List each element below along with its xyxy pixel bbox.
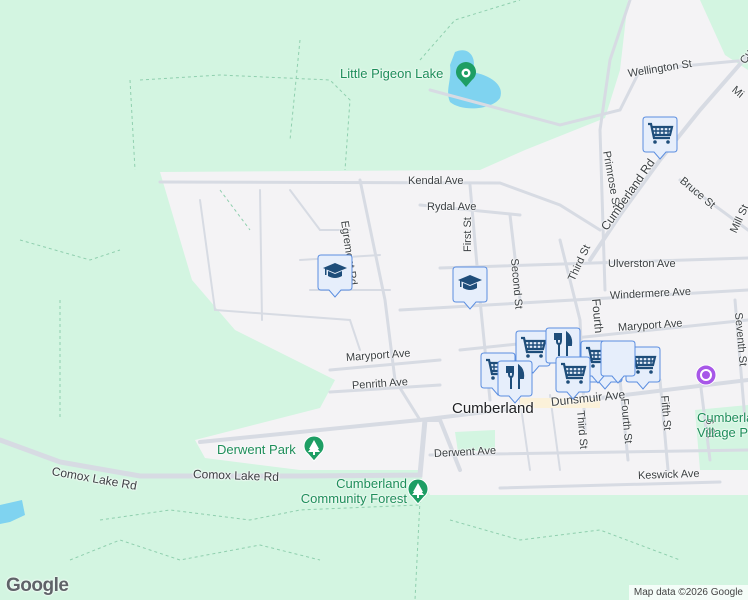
street-label: Keswick Ave: [637, 467, 700, 482]
restaurant-pin-icon[interactable]: [497, 360, 533, 404]
park-pin-icon[interactable]: [455, 62, 477, 88]
museum-pin-icon[interactable]: [695, 364, 717, 390]
google-logo: Google: [6, 575, 69, 596]
park-label[interactable]: Cumberland Community Forest: [287, 476, 407, 506]
map-attribution[interactable]: Map data ©2026 Google: [628, 585, 748, 600]
street-label: Rydal Ave: [427, 201, 477, 213]
street-label: Ulverston Ave: [608, 258, 676, 270]
park-label[interactable]: Derwent Park: [217, 442, 296, 457]
school-pin-icon[interactable]: [317, 254, 353, 298]
grocery-pin-icon[interactable]: [555, 356, 591, 400]
street-label: Kendal Ave: [408, 175, 464, 187]
park-label[interactable]: Little Pigeon Lake: [340, 66, 443, 81]
tree-pin-icon[interactable]: [303, 436, 325, 462]
school-pin-icon[interactable]: [452, 266, 488, 310]
park-label[interactable]: Cumberland Village P: [697, 410, 748, 440]
street-label: Fourth: [589, 298, 607, 334]
tree-pin-icon[interactable]: [407, 479, 429, 505]
street-label: Comox Lake Rd: [192, 467, 280, 484]
street-label: First St: [462, 217, 474, 252]
museum-pin-icon[interactable]: undefined: [600, 340, 636, 384]
grocery-pin-icon[interactable]: [642, 116, 678, 160]
